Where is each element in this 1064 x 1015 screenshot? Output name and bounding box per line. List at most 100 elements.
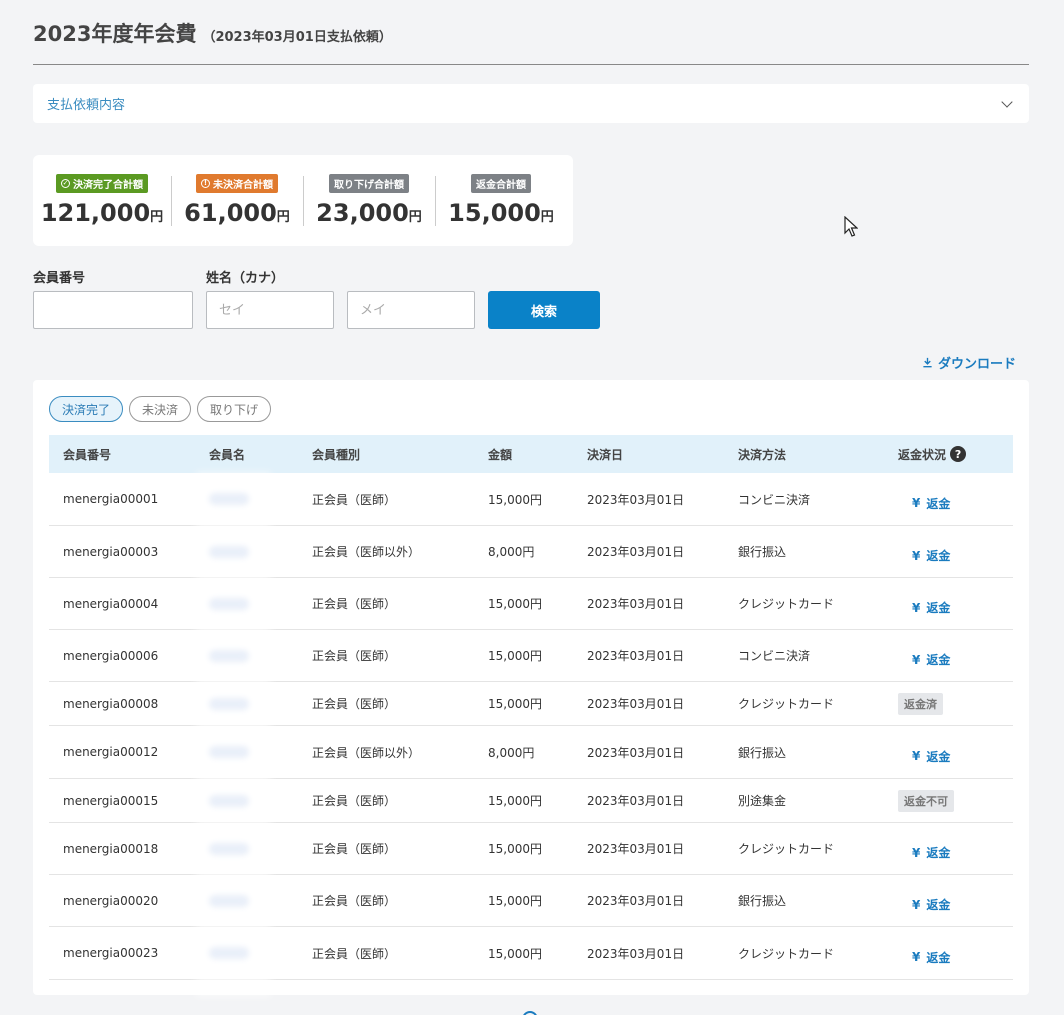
summary-unpaid-unit: 円 xyxy=(276,210,290,225)
refund-label: 返金 xyxy=(926,549,951,563)
refund-button[interactable]: ¥ 返金 xyxy=(912,748,950,765)
summary-refund: 返金合計額 15,000円 xyxy=(435,174,567,227)
refund-label: 返金 xyxy=(926,601,951,615)
cell-member-type: 正会員（医師） xyxy=(312,894,397,908)
pagination-indicator[interactable] xyxy=(522,1011,538,1015)
cell-member-type: 正会員（医師） xyxy=(312,649,397,663)
cell-date: 2023年03月01日 xyxy=(587,894,685,908)
payment-request-accordion[interactable]: 支払依頼内容 xyxy=(33,84,1029,123)
summary-refund-value: 15,000円 xyxy=(448,199,554,227)
summary-unpaid-amount: 61,000 xyxy=(184,199,277,227)
cell-member-type: 正会員（医師以外） xyxy=(312,545,421,559)
cell-amount: 15,000円 xyxy=(488,842,542,856)
cell-date: 2023年03月01日 xyxy=(587,794,685,808)
filter-withdrawn[interactable]: 取り下げ xyxy=(197,396,272,422)
name-kana-label: 姓名（カナ） xyxy=(206,271,285,286)
cell-refund-status: ¥ 返金 xyxy=(898,630,950,681)
summary-unpaid: ! 未決済合計額 61,000円 xyxy=(171,174,303,227)
col-member-no: 会員番号 xyxy=(63,447,112,462)
filter-unpaid[interactable]: 未決済 xyxy=(129,396,192,422)
cell-date: 2023年03月01日 xyxy=(587,545,685,559)
member-no-input[interactable] xyxy=(33,291,193,329)
cell-amount: 15,000円 xyxy=(488,697,542,711)
cell-member-type: 正会員（医師） xyxy=(312,492,397,507)
refund-button[interactable]: ¥ 返金 xyxy=(912,547,950,564)
cell-date: 2023年03月01日 xyxy=(587,597,685,611)
cell-refund-status: ¥ 返金 xyxy=(898,927,950,979)
cell-refund-status: ¥ 返金 xyxy=(898,823,950,874)
cell-amount: 15,000円 xyxy=(488,597,542,611)
yen-icon: ¥ xyxy=(912,652,921,667)
refund-button[interactable]: ¥ 返金 xyxy=(912,896,950,913)
cell-method: コンビニ決済 xyxy=(738,649,811,663)
yen-icon: ¥ xyxy=(912,845,921,860)
yen-icon: ¥ xyxy=(912,897,921,912)
cell-amount: 15,000円 xyxy=(488,946,542,961)
filter-completed[interactable]: 決済完了 xyxy=(49,396,124,422)
col-member-type: 会員種別 xyxy=(312,447,361,462)
cell-date: 2023年03月01日 xyxy=(587,649,685,663)
cell-member-type: 正会員（医師） xyxy=(312,842,397,856)
cell-date: 2023年03月01日 xyxy=(587,745,685,760)
summary-withdrawn-badge: 取り下げ合計額 xyxy=(329,174,409,193)
download-icon xyxy=(923,357,932,368)
refund-button[interactable]: ¥ 返金 xyxy=(912,599,950,616)
summary-refund-badge: 返金合計額 xyxy=(471,174,531,193)
summary-refund-amount: 15,000 xyxy=(448,199,541,227)
cell-method: クレジットカード xyxy=(738,697,835,711)
yen-icon: ¥ xyxy=(912,749,921,763)
status-filter-chips: 決済完了 未決済 取り下げ xyxy=(49,396,272,422)
table-row: menergia00023 正会員（医師） 15,000円 2023年03月01日 クレ… xyxy=(49,927,1013,980)
table-row: menergia00018 正会員（医師） 15,000円 2023年03月01日 クレ… xyxy=(49,823,1013,875)
cell-member-type: 正会員（医師以外） xyxy=(312,745,421,760)
refund-status-tag: 返金済 xyxy=(898,692,943,715)
table-row: menergia00008 正会員（医師） 15,000円 2023年03月01日 クレ… xyxy=(49,682,1013,726)
cell-method: コンビニ決済 xyxy=(738,492,811,507)
yen-icon: ¥ xyxy=(912,600,921,615)
cell-member-type: 正会員（医師） xyxy=(312,697,397,711)
refund-button[interactable]: ¥ 返金 xyxy=(912,651,950,668)
cell-refund-status: ¥ 返金 xyxy=(898,726,950,778)
cell-member-no: menergia00018 xyxy=(63,841,159,856)
cell-member-type: 正会員（医師） xyxy=(312,794,397,808)
help-icon[interactable]: ? xyxy=(950,446,967,462)
redaction-overlay xyxy=(196,472,271,997)
check-circle-icon: ✓ xyxy=(61,179,70,188)
search-button[interactable]: 検索 xyxy=(488,291,600,329)
alert-circle-icon: ! xyxy=(201,179,210,188)
cell-member-no: menergia00001 xyxy=(63,492,159,506)
refund-label: 返金 xyxy=(926,653,951,667)
summary-completed-value: 121,000円 xyxy=(41,199,163,227)
summary-completed-label: 決済完了合計額 xyxy=(73,180,143,191)
refund-button[interactable]: ¥ 返金 xyxy=(912,495,950,512)
cell-amount: 15,000円 xyxy=(488,794,542,808)
page-title-text: 2023年度年会費 xyxy=(33,22,197,46)
cell-method: クレジットカード xyxy=(738,597,835,611)
col-date: 決済日 xyxy=(587,447,624,462)
summary-withdrawn: 取り下げ合計額 23,000円 xyxy=(303,174,435,227)
summary-withdrawn-value: 23,000円 xyxy=(316,199,422,227)
cell-member-no: menergia00020 xyxy=(63,893,159,908)
summary-withdrawn-amount: 23,000 xyxy=(316,199,409,227)
download-link[interactable]: ダウンロード xyxy=(922,353,1016,372)
cell-refund-status: ¥ 返金 xyxy=(898,875,950,926)
cell-amount: 15,000円 xyxy=(488,649,542,663)
sei-input[interactable] xyxy=(206,291,334,329)
refund-button[interactable]: ¥ 返金 xyxy=(912,949,950,966)
summary-completed-badge: ✓ 決済完了合計額 xyxy=(56,174,148,193)
refund-button[interactable]: ¥ 返金 xyxy=(912,844,950,861)
cell-refund-status: 返金不可 xyxy=(898,779,954,822)
cell-method: 銀行振込 xyxy=(738,545,787,559)
yen-icon: ¥ xyxy=(912,548,921,563)
chevron-down-icon xyxy=(1001,95,1013,108)
refund-label: 返金 xyxy=(926,898,951,912)
cell-member-type: 正会員（医師） xyxy=(312,946,397,961)
cell-date: 2023年03月01日 xyxy=(587,842,685,856)
table-row: menergia00003 正会員（医師以外） 8,000円 2023年03月01日 銀… xyxy=(49,526,1013,578)
yen-icon: ¥ xyxy=(912,496,921,510)
table-row: menergia00001 正会員（医師） 15,000円 2023年03月01日 コン… xyxy=(49,473,1013,526)
summary-unpaid-value: 61,000円 xyxy=(184,199,290,227)
refund-label: 返金 xyxy=(926,496,951,511)
mei-input[interactable] xyxy=(347,291,475,329)
cell-refund-status: ¥ 返金 xyxy=(898,526,950,577)
